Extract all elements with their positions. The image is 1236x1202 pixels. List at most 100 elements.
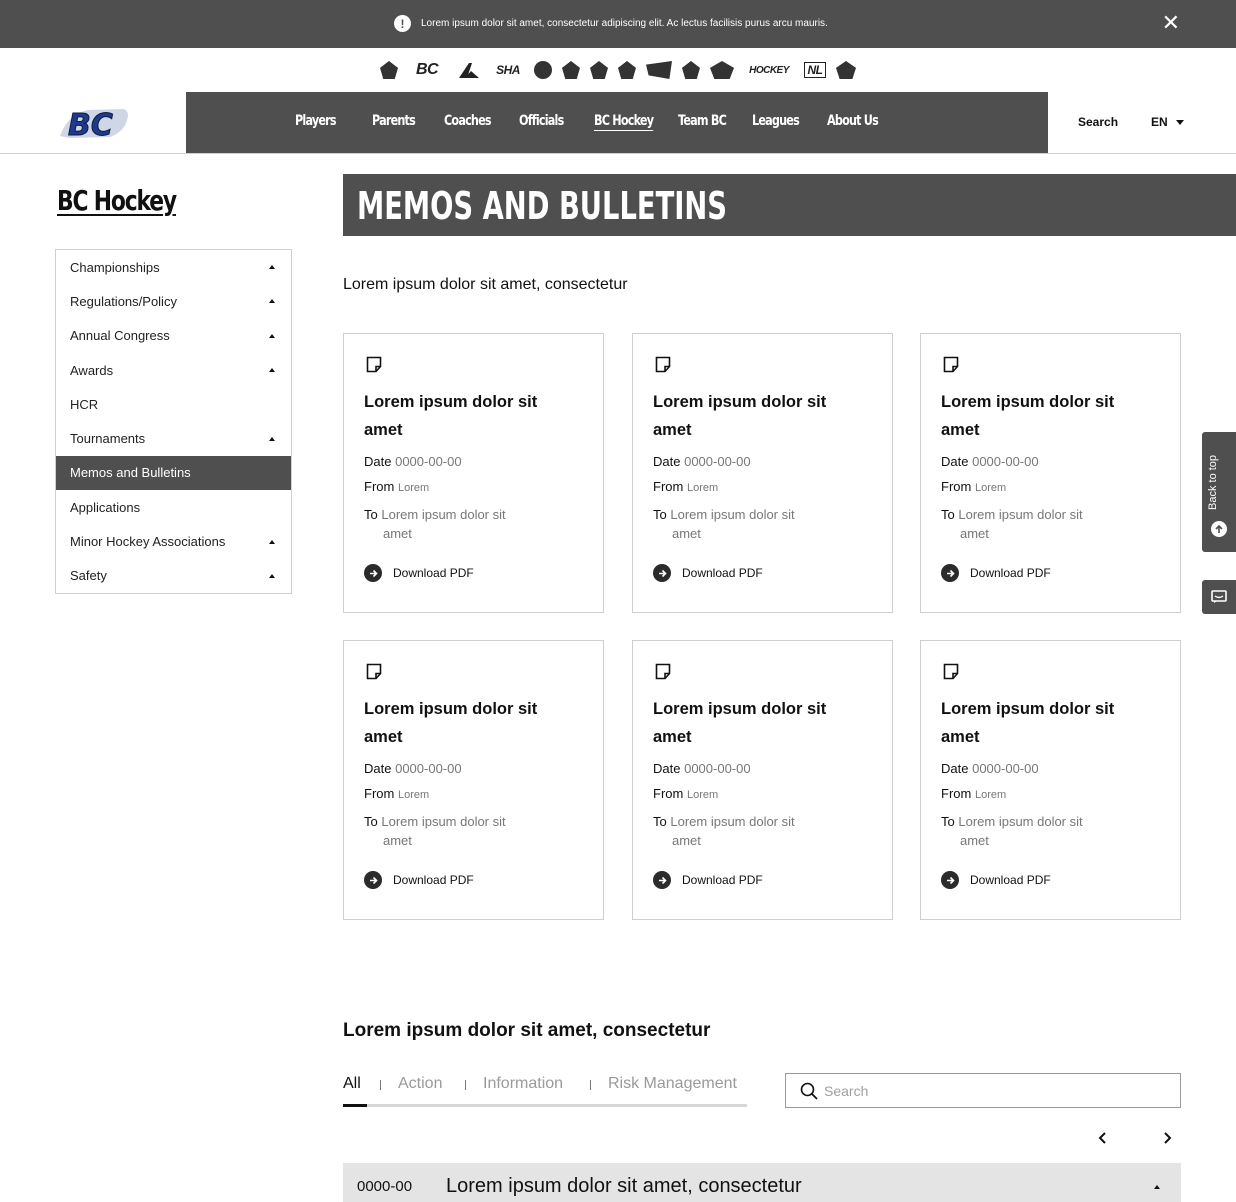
manitoba-logo[interactable] (534, 59, 552, 81)
caret-up-icon (269, 436, 275, 441)
chevron-down-icon (1175, 119, 1184, 125)
memo-date: Date 0000-00-00 (364, 454, 462, 469)
document-icon (655, 663, 671, 680)
sidebar-title[interactable]: BC Hockey (57, 184, 177, 217)
to-label: To (364, 507, 378, 522)
alert-bar: ! Lorem ipsum dolor sit amet, consectetu… (0, 0, 1236, 48)
chevron-left-icon[interactable] (1097, 1131, 1107, 1150)
list-item-date: 0000-00 (357, 1178, 413, 1195)
back-to-top-button[interactable]: Back to top (1202, 432, 1236, 552)
nav-officials[interactable]: Officials (519, 113, 564, 129)
list-item[interactable]: 0000-00 Lorem ipsum dolor sit amet, cons… (343, 1163, 1181, 1202)
download-pdf-button[interactable]: Download PDF (653, 871, 763, 889)
tab-risk-management[interactable]: Risk Management (608, 1075, 737, 1093)
sidebar-item-memos-and-bulletins[interactable]: Memos and Bulletins (56, 455, 291, 491)
memo-to: To Lorem ipsum dolor sit amet (364, 505, 564, 543)
tab-information[interactable]: Information (483, 1075, 563, 1093)
sidebar-item-safety[interactable]: Safety (56, 559, 291, 593)
hockey-nl-logo[interactable]: NL (804, 62, 826, 78)
nav-parents[interactable]: Parents (372, 113, 416, 129)
hockey-nunavut-logo[interactable]: HOCKEY (744, 59, 794, 81)
list-search-box (785, 1073, 1181, 1108)
hockey-quebec-logo[interactable] (590, 59, 608, 81)
memo-from-value: Lorem (686, 789, 719, 801)
list-section-title: Lorem ipsum dolor sit amet, consectetur (343, 1020, 711, 1041)
sidebar-item-awards[interactable]: Awards (56, 353, 291, 387)
from-label: From (364, 479, 395, 494)
memo-title[interactable]: Lorem ipsum dolor sit amet (941, 388, 1156, 444)
hockey-pei-logo[interactable] (682, 59, 700, 81)
sidebar-item-applications[interactable]: Applications (56, 490, 291, 524)
nav-about-us[interactable]: About Us (827, 113, 879, 129)
sidebar-item-minor-hockey-associations[interactable]: Minor Hockey Associations (56, 524, 291, 558)
download-pdf-button[interactable]: Download PDF (941, 871, 1051, 889)
download-pdf-label: Download PDF (682, 566, 763, 580)
tab-action[interactable]: Action (398, 1075, 442, 1093)
from-label: From (941, 786, 972, 801)
memo-to-value-cont: amet (672, 526, 701, 541)
tab-all[interactable]: All (343, 1075, 361, 1093)
sidebar-item-label: Applications (70, 499, 141, 515)
memo-to: To Lorem ipsum dolor sit amet (653, 505, 853, 543)
saskatchewan-logo[interactable]: SHA (492, 59, 524, 81)
header-search-link[interactable]: Search (1078, 115, 1118, 129)
sidebar-item-hcr[interactable]: HCR (56, 387, 291, 421)
nav-bc-hockey[interactable]: BC Hockey (594, 113, 654, 129)
close-icon[interactable]: ✕ (1162, 12, 1180, 34)
hockey-north-logo[interactable] (710, 59, 734, 81)
intro-text: Lorem ipsum dolor sit amet, consectetur (343, 276, 628, 293)
download-pdf-button[interactable]: Download PDF (653, 564, 763, 582)
bc-hockey-logo[interactable]: BC (58, 106, 130, 144)
document-icon (655, 356, 671, 373)
memo-title[interactable]: Lorem ipsum dolor sit amet (653, 695, 868, 751)
sidebar-item-regulations-policy[interactable]: Regulations/Policy (56, 284, 291, 318)
hockey-canada-logo[interactable] (380, 59, 398, 81)
site-header: BC Players Parents Coaches Officials BC … (0, 92, 1236, 154)
hockey-yukon-logo[interactable] (836, 59, 856, 81)
memo-to: To Lorem ipsum dolor sit amet (941, 505, 1141, 543)
nav-coaches[interactable]: Coaches (444, 113, 492, 129)
date-label: Date (653, 454, 681, 469)
filter-tabs: All Action Information Risk Management (343, 1075, 747, 1107)
hockey-nb-logo[interactable] (618, 59, 636, 81)
memo-title[interactable]: Lorem ipsum dolor sit amet (364, 695, 579, 751)
memo-to-value: Lorem ipsum dolor sit (958, 814, 1083, 829)
date-label: Date (364, 454, 392, 469)
sidebar-item-championships[interactable]: Championships (56, 250, 291, 284)
memo-to-value-cont: amet (383, 833, 412, 848)
memo-title[interactable]: Lorem ipsum dolor sit amet (364, 388, 579, 444)
to-label: To (364, 814, 378, 829)
nav-players[interactable]: Players (295, 113, 337, 129)
memo-to-value-cont: amet (960, 526, 989, 541)
memo-to-value-cont: amet (672, 833, 701, 848)
chevron-right-icon[interactable] (1163, 1131, 1173, 1150)
bc-logo[interactable]: BC (408, 59, 446, 81)
date-label: Date (364, 761, 392, 776)
from-label: From (653, 786, 684, 801)
memo-from-value: Lorem (397, 482, 430, 494)
language-select[interactable]: EN (1151, 115, 1184, 129)
memo-from-value: Lorem (974, 482, 1007, 494)
caret-up-icon[interactable] (1154, 1185, 1160, 1189)
memo-from-value: Lorem (974, 789, 1007, 801)
ohf-logo[interactable] (562, 59, 580, 81)
memo-date-value: 0000-00-00 (395, 454, 462, 469)
back-to-top-label: Back to top (1207, 454, 1219, 510)
hockey-ns-logo[interactable] (646, 59, 672, 81)
download-pdf-button[interactable]: Download PDF (364, 871, 474, 889)
arrow-up-icon (1211, 521, 1227, 537)
chat-icon[interactable] (1202, 580, 1236, 614)
from-label: From (364, 786, 395, 801)
memo-from-value: Lorem (397, 789, 430, 801)
memo-title[interactable]: Lorem ipsum dolor sit amet (653, 388, 868, 444)
nav-leagues[interactable]: Leagues (752, 113, 800, 129)
sidebar-item-tournaments[interactable]: Tournaments (56, 421, 291, 455)
list-search-input[interactable] (824, 1082, 1164, 1099)
download-pdf-button[interactable]: Download PDF (364, 564, 474, 582)
sidebar-item-annual-congress[interactable]: Annual Congress (56, 319, 291, 353)
nav-team-bc[interactable]: Team BC (678, 113, 727, 129)
memo-title[interactable]: Lorem ipsum dolor sit amet (941, 695, 1156, 751)
tab-divider (590, 1080, 591, 1090)
alberta-logo[interactable] (456, 59, 482, 81)
download-pdf-button[interactable]: Download PDF (941, 564, 1051, 582)
